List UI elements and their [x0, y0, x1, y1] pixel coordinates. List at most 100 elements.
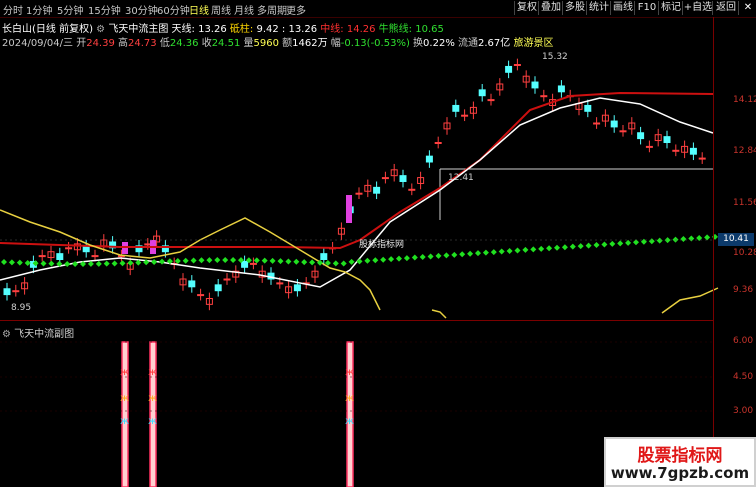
signal-bar — [121, 341, 129, 487]
main-axis-label: 14.12 — [733, 95, 756, 105]
green-dot — [625, 239, 632, 246]
green-dot — [119, 260, 126, 267]
red-ma-line — [0, 91, 714, 250]
green-dot — [103, 260, 110, 267]
white-ma-line — [0, 97, 714, 288]
candle-body — [531, 81, 539, 89]
green-dot — [617, 240, 624, 247]
green-dot — [356, 258, 363, 265]
green-dot — [538, 245, 545, 252]
current-price-tag: 10.41 — [718, 233, 754, 246]
signal-bar — [346, 341, 354, 487]
watermark-url: www.7gpzb.com — [610, 464, 750, 482]
green-dot — [443, 252, 450, 259]
butterfly-icon: ж — [345, 416, 354, 427]
signal-candle — [346, 195, 352, 223]
green-dot — [48, 260, 55, 267]
candle-body — [320, 253, 328, 260]
candle-body — [373, 186, 381, 194]
green-dot — [388, 256, 395, 263]
green-dot — [688, 235, 695, 242]
yellow-line — [661, 287, 719, 314]
green-dot — [127, 259, 134, 266]
green-dot — [198, 257, 205, 264]
green-dot — [372, 257, 379, 264]
green-dot — [111, 260, 118, 267]
candle-body — [619, 130, 627, 133]
candle-body — [399, 175, 407, 182]
green-dot — [704, 234, 711, 241]
candle-body — [144, 243, 152, 246]
green-dot — [569, 243, 576, 250]
green-dot — [230, 257, 237, 264]
green-dot — [656, 237, 663, 244]
candle-body — [645, 145, 653, 148]
green-dot — [609, 240, 616, 247]
green-dot — [522, 246, 529, 253]
candle-body — [241, 260, 249, 268]
candle-body — [461, 114, 469, 117]
candle-body — [65, 247, 73, 250]
sub-axis-label: 6.00 — [733, 336, 754, 346]
candle-body — [249, 262, 257, 265]
signal-bar — [149, 341, 157, 487]
main-axis-label: 11.56 — [733, 198, 756, 208]
candle-body — [505, 65, 513, 73]
brand-annotation: 股标指标网 — [359, 240, 405, 250]
candle-body — [91, 255, 99, 258]
candle-body — [663, 136, 671, 143]
candle-body — [689, 147, 697, 155]
candle-body — [3, 288, 11, 296]
green-dot — [340, 260, 347, 267]
green-dot — [182, 257, 189, 264]
green-dot — [459, 251, 466, 258]
green-dot — [530, 246, 537, 253]
candle-body — [593, 122, 601, 125]
green-dot — [506, 248, 513, 255]
green-dot — [672, 236, 679, 243]
green-dot — [253, 257, 260, 264]
green-dot — [8, 259, 15, 266]
green-dot — [419, 253, 426, 260]
green-dot — [640, 238, 647, 245]
green-dot — [301, 259, 308, 266]
butterfly-icon: ж — [345, 393, 354, 404]
sub-indicator-title[interactable]: ⚙ 飞天中流副图 — [2, 325, 74, 340]
main-axis-label: 9.36 — [733, 285, 754, 295]
green-dot — [40, 260, 47, 267]
mid-price-annotation: 12.41 — [448, 173, 474, 183]
green-dot — [435, 252, 442, 259]
candle-body — [355, 192, 363, 195]
candle-body — [478, 89, 486, 97]
low-price-annotation: 8.95 — [11, 303, 32, 313]
sub-axis-label: 4.50 — [733, 372, 754, 382]
green-dot — [482, 249, 489, 256]
settings-icon[interactable]: ⚙ — [2, 329, 11, 340]
green-dot — [396, 255, 402, 262]
price-axis-border — [713, 17, 714, 487]
butterfly-icon: ж — [345, 367, 354, 378]
candle-body — [293, 284, 301, 292]
high-price-annotation: 15.32 — [542, 52, 568, 62]
green-dot — [190, 257, 197, 264]
green-dot — [348, 258, 355, 265]
butterfly-icon: ж — [120, 416, 129, 427]
green-dot — [680, 236, 687, 243]
green-dot — [601, 241, 608, 248]
candle-body — [408, 188, 416, 191]
green-dot — [214, 257, 221, 264]
green-dot — [514, 247, 521, 254]
green-dot — [403, 255, 410, 262]
candle-body — [610, 120, 618, 128]
green-dot — [593, 242, 600, 249]
candle-body — [38, 255, 46, 258]
green-dot — [285, 258, 292, 265]
green-dot — [648, 238, 655, 245]
green-dot — [64, 260, 71, 267]
butterfly-icon: ж — [120, 367, 129, 378]
candle-body — [276, 282, 284, 285]
green-dot — [475, 250, 481, 257]
green-dot — [206, 257, 213, 264]
green-dot — [261, 257, 268, 264]
candle-body — [584, 104, 592, 112]
